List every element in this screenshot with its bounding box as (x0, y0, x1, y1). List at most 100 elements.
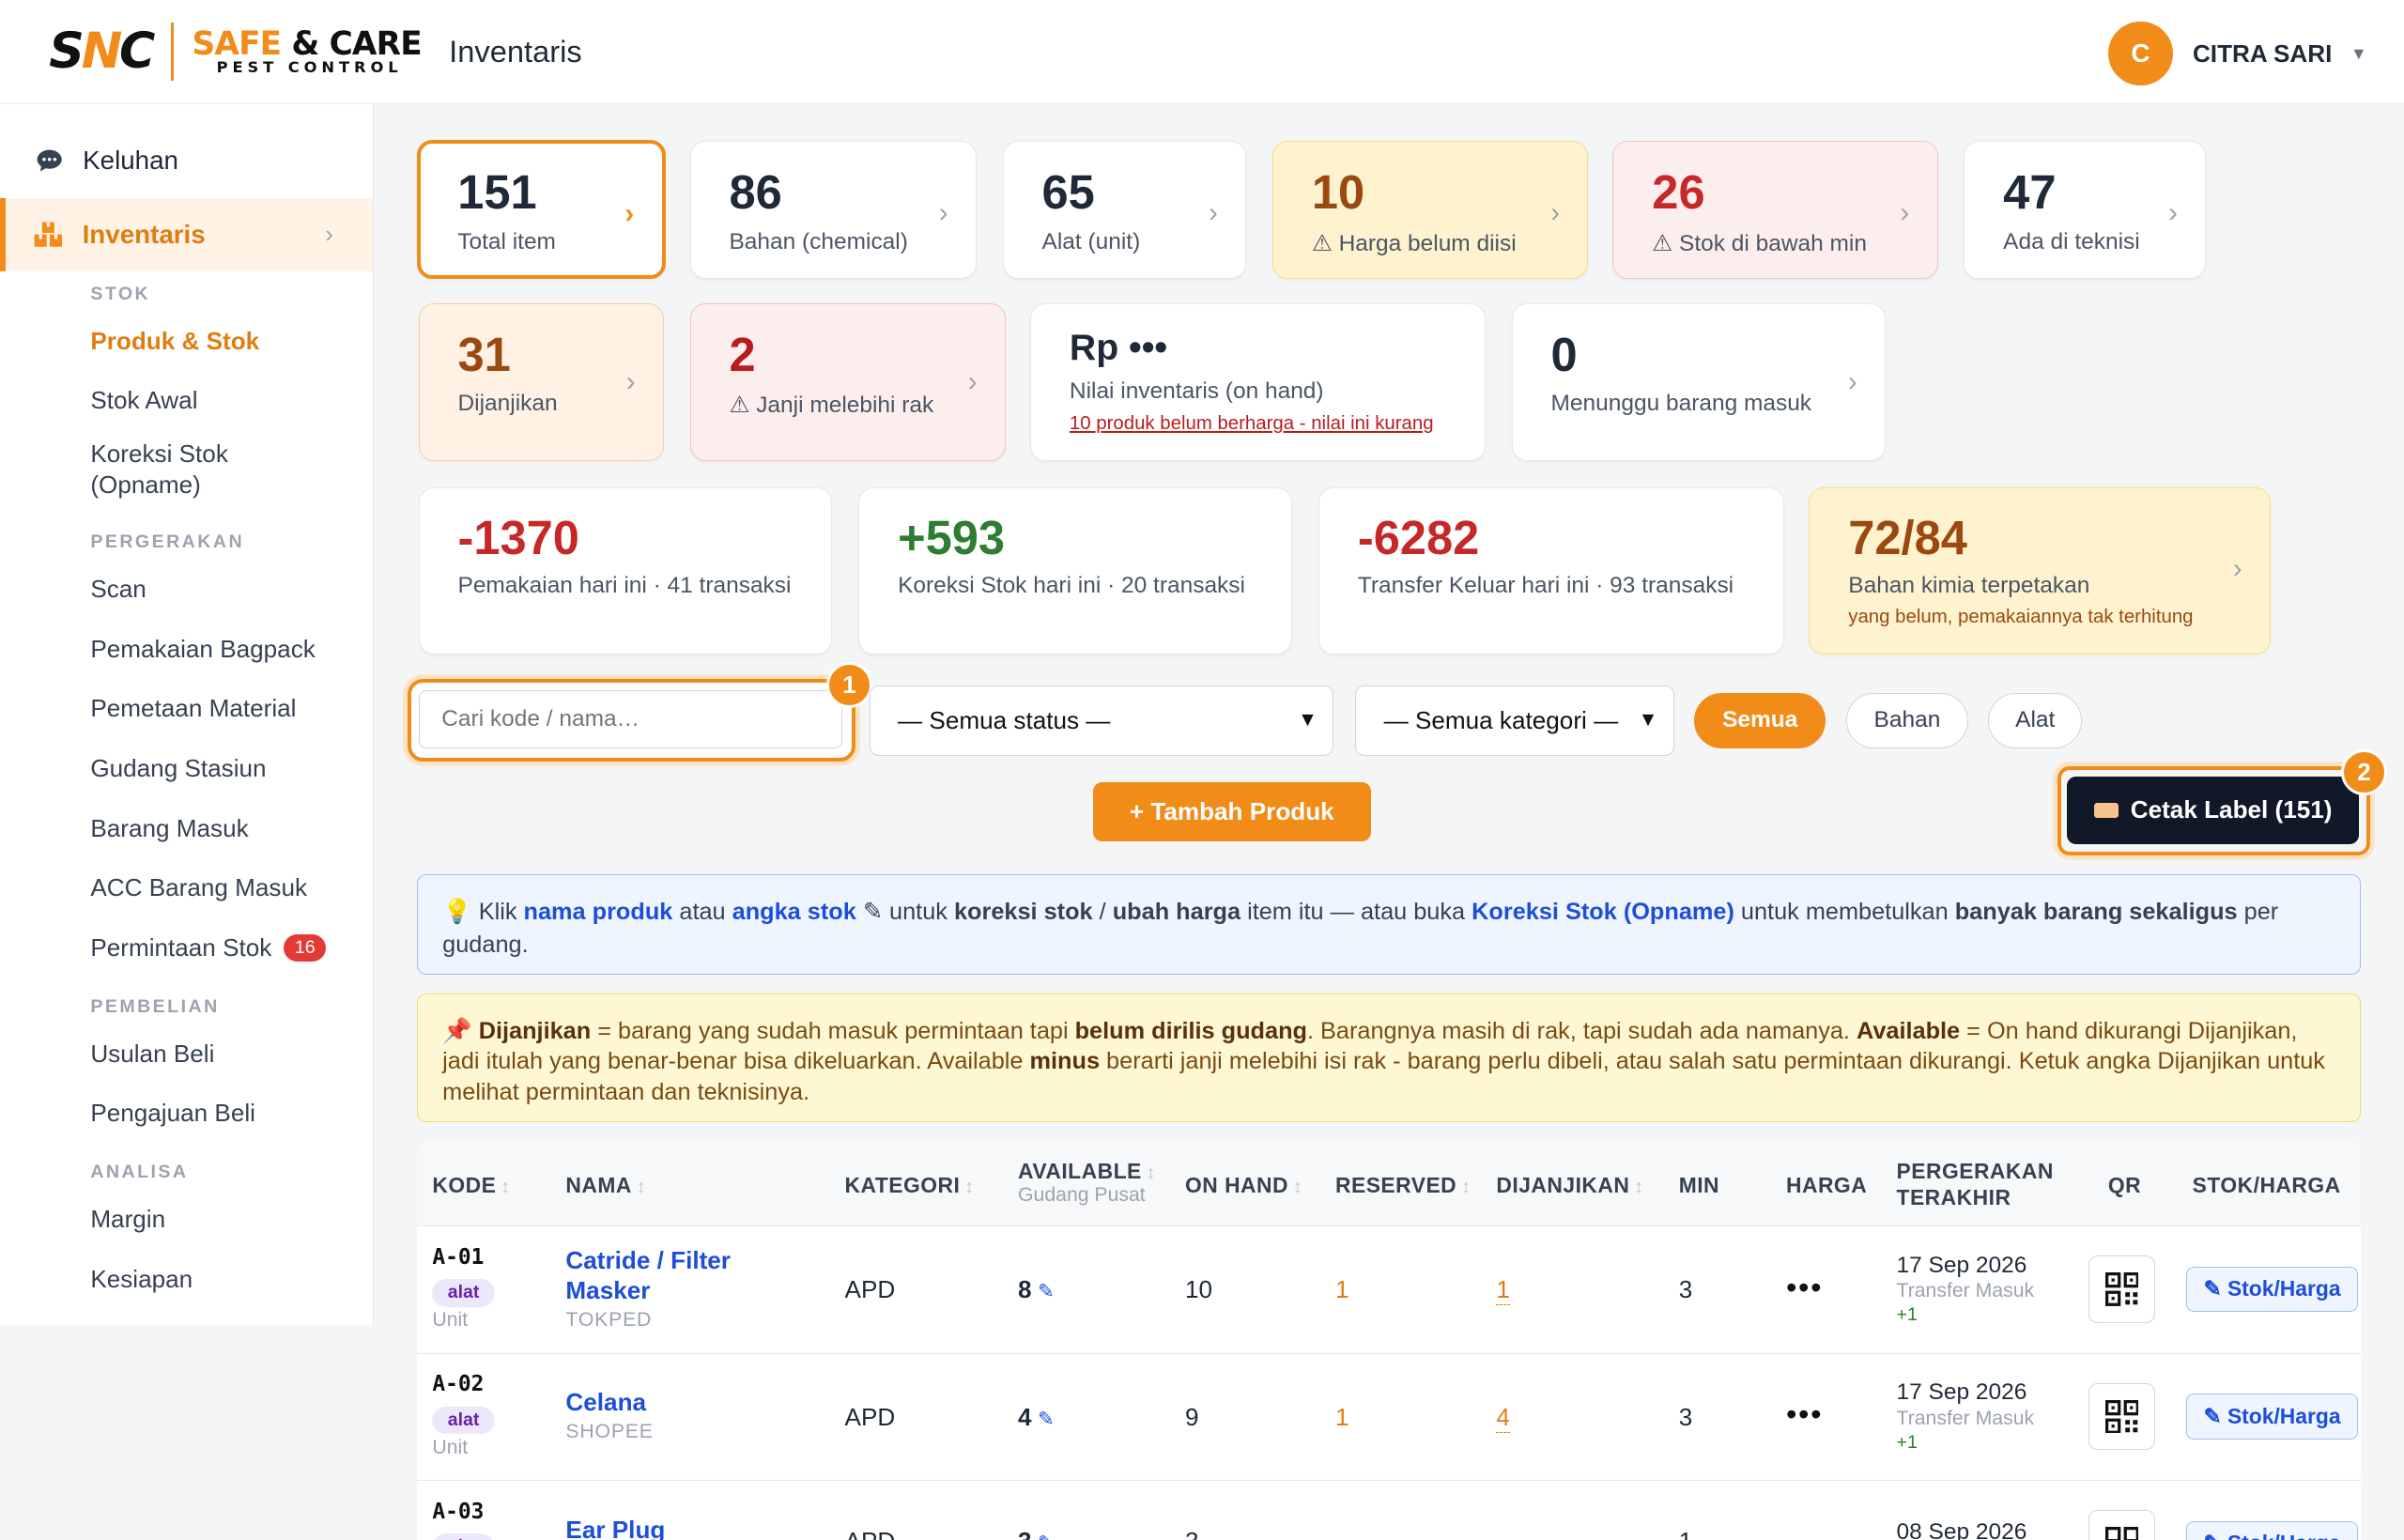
qr-code-icon[interactable] (2088, 1382, 2156, 1451)
add-product-button[interactable]: + Tambah Produk (1093, 781, 1371, 842)
col-available[interactable]: AVAILABLE ↕ Gudang Pusat (1018, 1159, 1156, 1207)
sidebar-item-pemakaian-bagpack[interactable]: Pemakaian Bagpack (0, 619, 373, 679)
page-title: Inventaris (449, 34, 582, 69)
nilai-warning-link[interactable]: 10 produk belum berharga - nilai ini kur… (1070, 413, 1434, 435)
col-dijanjikan[interactable]: DIJANJIKAN ↕ (1496, 1173, 1643, 1198)
chat-icon (34, 146, 65, 177)
chevron-right-icon: › (325, 220, 333, 249)
stok-harga-button[interactable]: ✎ Stok/Harga (2186, 1266, 2358, 1313)
qr-code-icon[interactable] (2088, 1255, 2156, 1323)
type-badge: alat (432, 1533, 495, 1540)
stat-card-dijanjikan[interactable]: 31 Dijanjikan › (418, 303, 664, 462)
print-label-button[interactable]: Cetak Label (151) (2067, 776, 2359, 844)
filter-pill-bahan[interactable]: Bahan (1845, 692, 1969, 748)
stat-card-stok-min[interactable]: 26 ⚠ Stok di bawah min › (1612, 141, 1938, 280)
col-nama[interactable]: NAMA ↕ (565, 1173, 646, 1198)
chevron-right-icon: › (1847, 365, 1857, 397)
pin-icon: 📌 (442, 1017, 472, 1044)
chevron-right-icon: › (625, 365, 636, 397)
sidebar-item-koreksi-stok[interactable]: Koreksi Stok (Opname) (0, 431, 373, 508)
filter-pill-alat[interactable]: Alat (1988, 692, 2083, 748)
dijanjikan-link[interactable]: 1 (1496, 1275, 1510, 1306)
table-header: KODE ↕ NAMA ↕ KATEGORI ↕ AVAILABLE ↕ Gudang P… (417, 1140, 2362, 1227)
sidebar-item-permintaan-stok[interactable]: Permintaan Stok 16 (0, 918, 373, 978)
sidebar-item-acc-barang-masuk[interactable]: ACC Barang Masuk (0, 858, 373, 918)
stat-card-total[interactable]: 151 Total item › (417, 139, 666, 280)
chevron-right-icon: › (2232, 552, 2242, 584)
label-tag-icon (2093, 802, 2119, 818)
sidebar-item-inventaris[interactable]: Inventaris › (0, 197, 374, 271)
sidebar-item-gudang-stasiun[interactable]: Gudang Stasiun (0, 739, 373, 799)
sidebar-item-usulan-beli[interactable]: Usulan Beli (0, 1024, 373, 1084)
stok-harga-button[interactable]: ✎ Stok/Harga (2186, 1394, 2358, 1440)
sidebar-item-margin[interactable]: Margin (0, 1190, 373, 1250)
qr-code-icon[interactable] (2088, 1510, 2156, 1540)
stat-card-menunggu[interactable]: 0 Menunggu barang masuk › (1511, 303, 1887, 462)
pencil-icon: ✎ (1038, 1408, 1055, 1430)
col-pergerakan: PERGERAKAN TERAKHIR (1896, 1159, 2054, 1209)
type-badge: alat (432, 1279, 495, 1307)
stat-card-bahan[interactable]: 86 Bahan (chemical) › (689, 141, 977, 280)
kategori-select[interactable]: — Semua kategori — ▼ (1355, 685, 1674, 756)
col-kode[interactable]: KODE ↕ (432, 1173, 510, 1198)
available-edit[interactable]: 8 ✎ (1018, 1275, 1055, 1304)
available-edit[interactable]: 4 ✎ (1018, 1403, 1055, 1432)
inventory-table: KODE ↕ NAMA ↕ KATEGORI ↕ AVAILABLE ↕ Gudang P… (417, 1140, 2362, 1540)
status-select[interactable]: — Semua status — ▼ (869, 685, 1334, 756)
section-stok: STOK (90, 283, 151, 304)
stat-card-koreksi: +593 Koreksi Stok hari ini · 20 transaks… (858, 487, 1293, 655)
stat-card-teknisi[interactable]: 47 Ada di teknisi › (1964, 141, 2207, 280)
sidebar-item-pengajuan-beli[interactable]: Pengajuan Beli (0, 1084, 373, 1144)
col-reserved[interactable]: RESERVED ↕ (1335, 1173, 1471, 1198)
chevron-right-icon: › (2168, 196, 2178, 228)
available-edit[interactable]: 3✎ (1018, 1527, 1055, 1540)
table-row: A-03 alat Ear Plug APD 3✎ 3 1 08 Sep 202… (417, 1481, 2361, 1540)
stat-card-harga[interactable]: 10 ⚠ Harga belum diisi › (1272, 141, 1589, 280)
sidebar-item-barang-masuk[interactable]: Barang Masuk (0, 798, 373, 858)
boxes-icon (33, 219, 64, 250)
chevron-right-icon: › (1209, 196, 1218, 228)
search-input[interactable] (419, 690, 843, 749)
dijanjikan-link[interactable]: 4 (1496, 1403, 1510, 1433)
hidden-price: ••• (1785, 1396, 1824, 1432)
snc-logo[interactable]: SNC (49, 23, 155, 80)
section-analisa: ANALISA (90, 1162, 189, 1183)
stat-card-nilai[interactable]: Rp ••• Nilai inventaris (on hand) 10 pro… (1030, 303, 1486, 462)
col-kategori[interactable]: KATEGORI ↕ (845, 1173, 975, 1198)
chevron-down-icon: ▼ (2350, 43, 2367, 63)
sidebar-item-pemetaan-material[interactable]: Pemetaan Material (0, 679, 373, 739)
stat-card-janji[interactable]: 2 ⚠ Janji melebihi rak › (689, 303, 1006, 462)
type-badge: alat (432, 1406, 495, 1435)
opname-link[interactable]: Koreksi Stok (Opname) (1472, 899, 1734, 925)
chevron-right-icon: › (1900, 196, 1910, 228)
logo-divider (170, 22, 174, 82)
safe-care-logo: SAFE & CARE PEST CONTROL (192, 24, 423, 76)
sidebar-item-stok-awal[interactable]: Stok Awal (0, 371, 373, 431)
sidebar: Keluhan Inventaris › STOK Produk & Stok … (0, 104, 375, 1325)
section-pembelian: PEMBELIAN (90, 995, 220, 1017)
product-name-link[interactable]: Celana (565, 1387, 780, 1418)
col-min: MIN (1678, 1172, 1720, 1197)
count-badge: 16 (284, 933, 327, 962)
sidebar-item-produk-stok[interactable]: Produk & Stok (0, 311, 373, 371)
col-onhand[interactable]: ON HAND ↕ (1185, 1173, 1302, 1198)
sidebar-item-keluhan[interactable]: Keluhan (0, 124, 373, 197)
filter-pill-semua[interactable]: Semua (1694, 692, 1826, 748)
product-name-link[interactable]: Catride / Filter Masker (565, 1245, 780, 1306)
pencil-icon: ✎ (1038, 1532, 1055, 1540)
product-name-link[interactable]: Ear Plug (565, 1515, 780, 1540)
table-row: A-02 alat Unit Celana SHOPEE APD 4 ✎ 9 1 … (417, 1354, 2362, 1482)
stat-card-kimia[interactable]: 72/84 Bahan kimia terpetakan yang belum,… (1809, 487, 2271, 655)
info-hint-yellow: 📌 Dijanjikan = barang yang sudah masuk p… (417, 993, 2362, 1123)
pencil-icon: ✎ (1038, 1281, 1055, 1303)
col-stokharga: STOK/HARGA (2192, 1172, 2341, 1197)
sidebar-item-kesiapan[interactable]: Kesiapan (0, 1249, 373, 1309)
sidebar-item-scan[interactable]: Scan (0, 560, 373, 620)
stat-card-alat[interactable]: 65 Alat (unit) › (1002, 141, 1247, 280)
hidden-price: ••• (1785, 1269, 1824, 1304)
table-row: A-01 alat Unit Catride / Filter Masker T… (417, 1226, 2362, 1354)
print-button-highlight: Cetak Label (151) (2057, 766, 2370, 855)
user-menu[interactable]: C CITRA SARI ▼ (2108, 21, 2367, 86)
col-qr: QR (2107, 1172, 2142, 1197)
stok-harga-button[interactable]: ✎ Stok/Harga (2186, 1520, 2358, 1540)
